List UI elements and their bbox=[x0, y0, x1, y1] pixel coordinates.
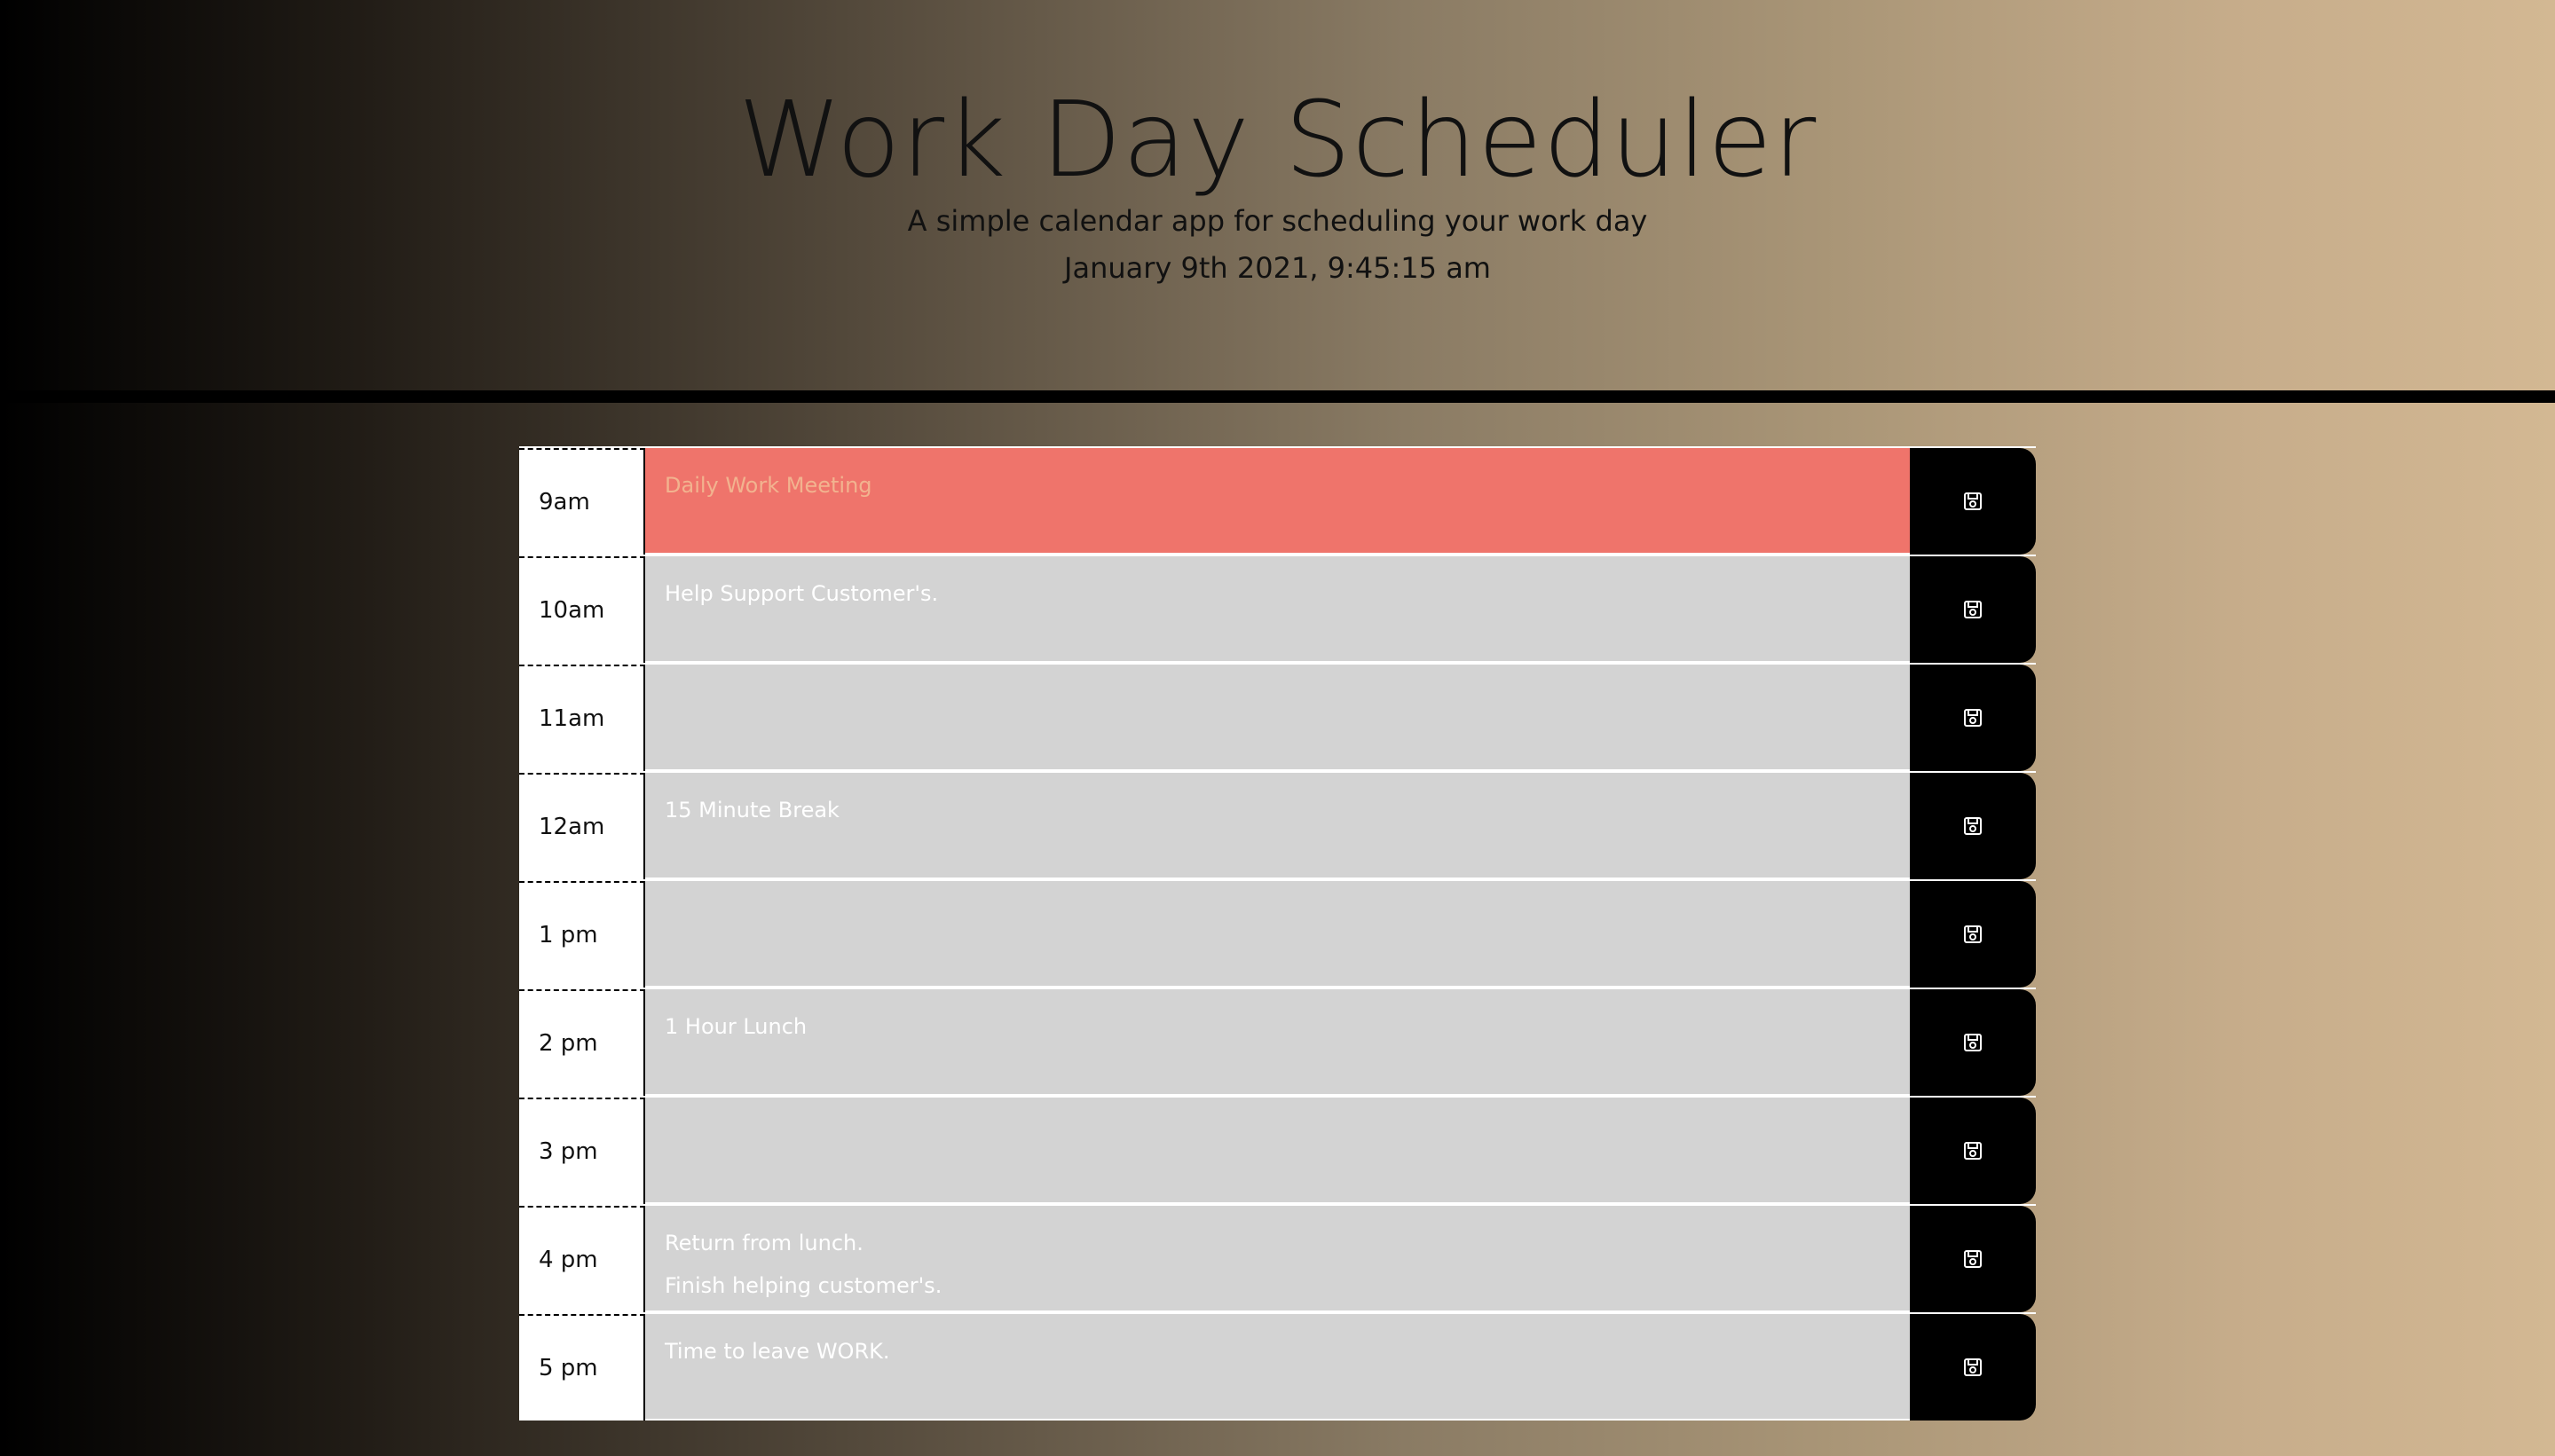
save-button[interactable] bbox=[1910, 665, 2036, 771]
hour-label: 2 pm bbox=[519, 989, 645, 1096]
save-icon bbox=[1964, 709, 1982, 727]
time-block-10am: 10am Help Support Customer's. bbox=[519, 555, 2036, 663]
description-textarea[interactable]: Return from lunch. Finish helping custom… bbox=[645, 1206, 1910, 1312]
save-button[interactable] bbox=[1910, 773, 2036, 879]
save-icon bbox=[1964, 492, 1982, 510]
hour-label: 11am bbox=[519, 665, 645, 771]
description-textarea[interactable] bbox=[645, 665, 1910, 771]
page-title: Work Day Scheduler bbox=[737, 78, 1818, 201]
time-block-4pm: 4 pm Return from lunch. Finish helping c… bbox=[519, 1204, 2036, 1312]
description-textarea[interactable] bbox=[645, 1098, 1910, 1204]
header-divider bbox=[0, 390, 2555, 403]
save-icon bbox=[1964, 1358, 1982, 1376]
hour-label: 9am bbox=[519, 448, 645, 555]
description-textarea[interactable]: Daily Work Meeting bbox=[645, 448, 1910, 555]
hour-label: 1 pm bbox=[519, 881, 645, 988]
time-block-2pm: 2 pm 1 Hour Lunch bbox=[519, 988, 2036, 1096]
save-button[interactable] bbox=[1910, 1314, 2036, 1421]
time-block-3pm: 3 pm bbox=[519, 1096, 2036, 1204]
hour-label: 3 pm bbox=[519, 1098, 645, 1204]
time-block-11am: 11am bbox=[519, 663, 2036, 771]
save-icon bbox=[1964, 1250, 1982, 1268]
save-button[interactable] bbox=[1910, 1206, 2036, 1312]
page-subtitle: A simple calendar app for scheduling you… bbox=[907, 204, 1648, 238]
time-block-1pm: 1 pm bbox=[519, 879, 2036, 988]
save-button[interactable] bbox=[1910, 989, 2036, 1096]
hour-label: 12am bbox=[519, 773, 645, 879]
save-button[interactable] bbox=[1910, 881, 2036, 988]
save-button[interactable] bbox=[1910, 448, 2036, 555]
hour-label: 4 pm bbox=[519, 1206, 645, 1312]
save-icon bbox=[1964, 925, 1982, 943]
description-textarea[interactable] bbox=[645, 881, 1910, 988]
save-icon bbox=[1964, 1142, 1982, 1160]
save-icon bbox=[1964, 1034, 1982, 1051]
time-block-5pm: 5 pm Time to leave WORK. bbox=[519, 1312, 2036, 1421]
save-icon bbox=[1964, 601, 1982, 618]
hour-label: 10am bbox=[519, 556, 645, 663]
description-textarea[interactable]: Help Support Customer's. bbox=[645, 556, 1910, 663]
description-textarea[interactable]: 15 Minute Break bbox=[645, 773, 1910, 879]
save-icon bbox=[1964, 817, 1982, 835]
description-textarea[interactable]: 1 Hour Lunch bbox=[645, 989, 1910, 1096]
hour-label: 5 pm bbox=[519, 1314, 645, 1421]
description-textarea[interactable]: Time to leave WORK. bbox=[645, 1314, 1910, 1421]
schedule-container: 9am Daily Work Meeting 10am Help Support… bbox=[519, 446, 2036, 1421]
time-block-9am: 9am Daily Work Meeting bbox=[519, 446, 2036, 555]
current-datetime: January 9th 2021, 9:45:15 am bbox=[1064, 251, 1491, 285]
save-button[interactable] bbox=[1910, 1098, 2036, 1204]
page-header: Work Day Scheduler A simple calendar app… bbox=[0, 0, 2555, 390]
save-button[interactable] bbox=[1910, 556, 2036, 663]
time-block-12am: 12am 15 Minute Break bbox=[519, 771, 2036, 879]
